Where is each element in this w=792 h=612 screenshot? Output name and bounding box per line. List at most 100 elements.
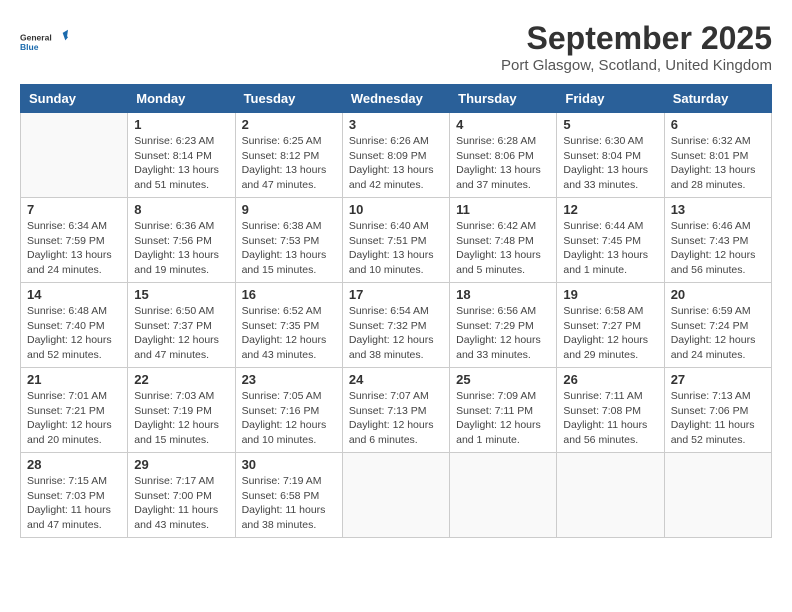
calendar-cell: 21 Sunrise: 7:01 AMSunset: 7:21 PMDayligh… [21,368,128,453]
day-info: Sunrise: 7:17 AMSunset: 7:00 PMDaylight:… [134,474,228,533]
day-info: Sunrise: 6:23 AMSunset: 8:14 PMDaylight:… [134,134,228,193]
day-info: Sunrise: 6:52 AMSunset: 7:35 PMDaylight:… [242,304,336,363]
day-info: Sunrise: 7:05 AMSunset: 7:16 PMDaylight:… [242,389,336,448]
day-number: 7 [27,202,121,217]
logo-graphic: General Blue [20,20,68,64]
day-info: Sunrise: 7:11 AMSunset: 7:08 PMDaylight:… [563,389,657,448]
logo-svg: General Blue [20,20,68,64]
day-number: 4 [456,117,550,132]
week-row-2: 7 Sunrise: 6:34 AMSunset: 7:59 PMDaylight… [21,198,772,283]
day-number: 2 [242,117,336,132]
day-info: Sunrise: 6:46 AMSunset: 7:43 PMDaylight:… [671,219,765,278]
day-number: 13 [671,202,765,217]
week-row-4: 21 Sunrise: 7:01 AMSunset: 7:21 PMDayligh… [21,368,772,453]
day-number: 12 [563,202,657,217]
calendar-cell: 2 Sunrise: 6:25 AMSunset: 8:12 PMDaylight… [235,113,342,198]
day-number: 28 [27,457,121,472]
day-info: Sunrise: 7:01 AMSunset: 7:21 PMDaylight:… [27,389,121,448]
calendar-cell: 22 Sunrise: 7:03 AMSunset: 7:19 PMDayligh… [128,368,235,453]
day-number: 15 [134,287,228,302]
calendar-cell: 14Sunrise: 6:48 AMSunset: 7:40 PMDayligh… [21,283,128,368]
svg-text:Blue: Blue [20,42,39,52]
weekday-header-sunday: Sunday [21,85,128,113]
day-number: 24 [349,372,443,387]
calendar-cell: 17Sunrise: 6:54 AMSunset: 7:32 PMDayligh… [342,283,449,368]
calendar-cell [450,453,557,538]
day-number: 3 [349,117,443,132]
calendar-cell: 5Sunrise: 6:30 AMSunset: 8:04 PMDaylight… [557,113,664,198]
calendar-cell: 29 Sunrise: 7:17 AMSunset: 7:00 PMDayligh… [128,453,235,538]
day-info: Sunrise: 7:19 AMSunset: 6:58 PMDaylight:… [242,474,336,533]
day-number: 5 [563,117,657,132]
day-info: Sunrise: 6:34 AMSunset: 7:59 PMDaylight:… [27,219,121,278]
day-info: Sunrise: 7:07 AMSunset: 7:13 PMDaylight:… [349,389,443,448]
calendar-cell: 10 Sunrise: 6:40 AMSunset: 7:51 PMDayligh… [342,198,449,283]
calendar-cell: 3 Sunrise: 6:26 AMSunset: 8:09 PMDaylight… [342,113,449,198]
weekday-header-friday: Friday [557,85,664,113]
calendar-cell: 23 Sunrise: 7:05 AMSunset: 7:16 PMDayligh… [235,368,342,453]
day-info: Sunrise: 7:03 AMSunset: 7:19 PMDaylight:… [134,389,228,448]
calendar-cell [664,453,771,538]
weekday-header-thursday: Thursday [450,85,557,113]
day-number: 1 [134,117,228,132]
calendar-cell: 15 Sunrise: 6:50 AMSunset: 7:37 PMDayligh… [128,283,235,368]
day-info: Sunrise: 6:32 AMSunset: 8:01 PMDaylight:… [671,134,765,193]
calendar-cell: 13 Sunrise: 6:46 AMSunset: 7:43 PMDayligh… [664,198,771,283]
day-info: Sunrise: 7:13 AMSunset: 7:06 PMDaylight:… [671,389,765,448]
day-number: 23 [242,372,336,387]
day-number: 26 [563,372,657,387]
calendar-cell [557,453,664,538]
weekday-header-saturday: Saturday [664,85,771,113]
weekday-header-wednesday: Wednesday [342,85,449,113]
day-number: 10 [349,202,443,217]
day-info: Sunrise: 6:44 AMSunset: 7:45 PMDaylight:… [563,219,657,278]
week-row-1: 1 Sunrise: 6:23 AMSunset: 8:14 PMDaylight… [21,113,772,198]
day-info: Sunrise: 6:59 AMSunset: 7:24 PMDaylight:… [671,304,765,363]
day-number: 17 [349,287,443,302]
calendar-cell: 25 Sunrise: 7:09 AMSunset: 7:11 PMDayligh… [450,368,557,453]
calendar-cell: 1 Sunrise: 6:23 AMSunset: 8:14 PMDaylight… [128,113,235,198]
day-info: Sunrise: 7:09 AMSunset: 7:11 PMDaylight:… [456,389,550,448]
day-info: Sunrise: 6:42 AMSunset: 7:48 PMDaylight:… [456,219,550,278]
calendar-cell: 24 Sunrise: 7:07 AMSunset: 7:13 PMDayligh… [342,368,449,453]
weekday-header-tuesday: Tuesday [235,85,342,113]
day-number: 30 [242,457,336,472]
day-number: 19 [563,287,657,302]
day-number: 11 [456,202,550,217]
day-number: 29 [134,457,228,472]
day-info: Sunrise: 6:56 AMSunset: 7:29 PMDaylight:… [456,304,550,363]
day-info: Sunrise: 7:15 AMSunset: 7:03 PMDaylight:… [27,474,121,533]
weekday-header-row: SundayMondayTuesdayWednesdayThursdayFrid… [21,85,772,113]
calendar-cell: 19 Sunrise: 6:58 AMSunset: 7:27 PMDayligh… [557,283,664,368]
day-number: 21 [27,372,121,387]
day-info: Sunrise: 6:40 AMSunset: 7:51 PMDaylight:… [349,219,443,278]
day-info: Sunrise: 6:26 AMSunset: 8:09 PMDaylight:… [349,134,443,193]
calendar-cell: 12 Sunrise: 6:44 AMSunset: 7:45 PMDayligh… [557,198,664,283]
day-number: 18 [456,287,550,302]
day-info: Sunrise: 6:25 AMSunset: 8:12 PMDaylight:… [242,134,336,193]
day-number: 25 [456,372,550,387]
calendar-cell: 20 Sunrise: 6:59 AMSunset: 7:24 PMDayligh… [664,283,771,368]
calendar-cell: 16 Sunrise: 6:52 AMSunset: 7:35 PMDayligh… [235,283,342,368]
calendar-cell: 7 Sunrise: 6:34 AMSunset: 7:59 PMDaylight… [21,198,128,283]
logo: General Blue [20,20,68,64]
day-number: 22 [134,372,228,387]
calendar-cell: 6 Sunrise: 6:32 AMSunset: 8:01 PMDaylight… [664,113,771,198]
calendar: SundayMondayTuesdayWednesdayThursdayFrid… [20,84,772,538]
day-info: Sunrise: 6:28 AMSunset: 8:06 PMDaylight:… [456,134,550,193]
day-info: Sunrise: 6:58 AMSunset: 7:27 PMDaylight:… [563,304,657,363]
day-info: Sunrise: 6:50 AMSunset: 7:37 PMDaylight:… [134,304,228,363]
calendar-cell: 30 Sunrise: 7:19 AMSunset: 6:58 PMDayligh… [235,453,342,538]
day-number: 27 [671,372,765,387]
calendar-cell [342,453,449,538]
day-number: 20 [671,287,765,302]
calendar-cell: 26 Sunrise: 7:11 AMSunset: 7:08 PMDayligh… [557,368,664,453]
title-area: September 2025 Port Glasgow, Scotland, U… [501,20,772,74]
week-row-5: 28 Sunrise: 7:15 AMSunset: 7:03 PMDayligh… [21,453,772,538]
calendar-cell: 8Sunrise: 6:36 AMSunset: 7:56 PMDaylight… [128,198,235,283]
day-info: Sunrise: 6:38 AMSunset: 7:53 PMDaylight:… [242,219,336,278]
day-number: 6 [671,117,765,132]
day-number: 16 [242,287,336,302]
calendar-cell: 18 Sunrise: 6:56 AMSunset: 7:29 PMDayligh… [450,283,557,368]
day-number: 8 [134,202,228,217]
